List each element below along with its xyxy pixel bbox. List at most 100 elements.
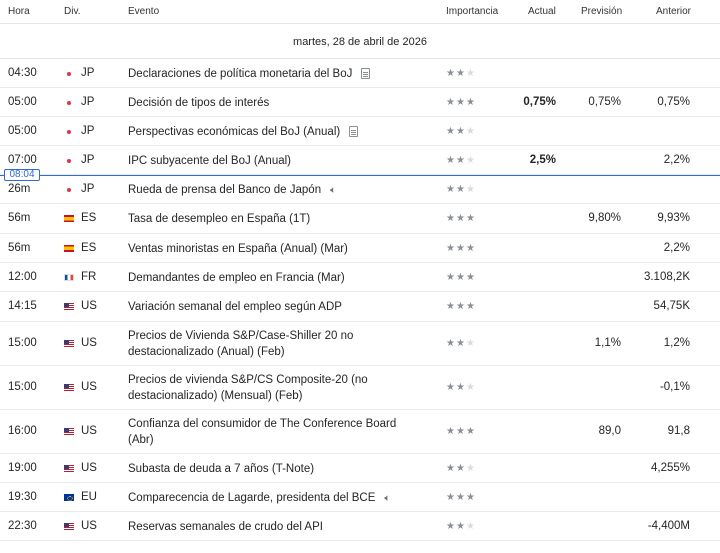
column-header-previous[interactable]: Anterior (656, 6, 691, 17)
star-icon: ★ (465, 301, 476, 312)
event-row[interactable]: 26m JP Rueda de prensa del Banco de Japón 🔈… (0, 175, 720, 204)
star-icon: ★ (446, 301, 456, 312)
event-row[interactable]: 56m ES Ventas minoristas en España (Anual)… (0, 234, 720, 263)
event-name-label[interactable]: Rueda de prensa del Banco de Japón (128, 184, 321, 196)
importance-stars: ★★★ (446, 213, 476, 224)
event-name[interactable]: Precios de vivienda S&P/CS Composite-20 … (128, 372, 418, 404)
previous-value: -0,1% (659, 381, 690, 393)
event-name[interactable]: Ventas minoristas en España (Anual) (Mar… (128, 241, 418, 257)
star-icon: ★ (465, 462, 476, 474)
event-name[interactable]: Tasa de desempleo en España (1T) (128, 211, 418, 227)
star-icon: ★ (446, 183, 456, 195)
event-time: 22:30 (8, 519, 37, 532)
event-name[interactable]: Precios de Vivienda S&P/Case-Shiller 20 … (128, 328, 418, 360)
actual-value: 2,5% (529, 153, 556, 166)
event-name-label[interactable]: Tasa de desempleo en España (1T) (128, 213, 310, 225)
column-header-actual[interactable]: Actual (528, 6, 556, 17)
jp-flag-dot-icon (67, 129, 71, 134)
event-name[interactable]: Perspectivas económicas del BoJ (Anual) (128, 124, 418, 140)
previous-value: 2,2% (663, 241, 690, 254)
event-row[interactable]: 19:30 EU Comparecencia de Lagarde, preside… (0, 483, 720, 512)
event-row[interactable]: 22:30 US Reservas semanales de crudo del A… (0, 512, 720, 541)
event-row[interactable]: 07:00 JP IPC subyacente del BoJ (Anual) ★★★… (0, 146, 720, 175)
event-name[interactable]: Subasta de deuda a 7 años (T-Note) (128, 461, 418, 477)
forecast-value: 9,80% (588, 212, 621, 224)
event-currency: US (81, 337, 97, 349)
document-icon[interactable] (349, 125, 359, 137)
importance-stars: ★★★ (446, 126, 476, 137)
event-name-label[interactable]: Precios de Vivienda S&P/Case-Shiller 20 … (128, 330, 353, 358)
event-row[interactable]: 15:00 US Precios de vivienda S&P/CS Compos… (0, 366, 720, 410)
star-icon: ★ (446, 96, 456, 108)
event-row[interactable]: 19:00 US Subasta de deuda a 7 años (T-Note… (0, 454, 720, 483)
star-icon: ★ (455, 242, 466, 254)
event-row[interactable]: 14:15 US Variación semanal del empleo segú… (0, 292, 720, 322)
column-header-importance[interactable]: Importancia (446, 6, 498, 17)
jp-flag-dot-icon (67, 158, 71, 163)
event-name[interactable]: Variación semanal del empleo según ADP (128, 299, 418, 315)
event-row[interactable]: 56m ES Tasa de desempleo en España (1T) ★★★… (0, 204, 720, 234)
event-name-label[interactable]: Reservas semanales de crudo del API (128, 521, 323, 533)
star-icon: ★ (446, 125, 456, 137)
jp-flag-dot-icon (67, 100, 71, 105)
event-currency: JP (81, 95, 95, 108)
column-header-event[interactable]: Evento (128, 6, 159, 17)
event-currency: US (81, 425, 97, 437)
event-name[interactable]: Decisión de tipos de interés (128, 95, 418, 111)
event-name-label[interactable]: IPC subyacente del BoJ (Anual) (128, 155, 291, 167)
document-icon[interactable] (361, 67, 371, 79)
column-header-currency[interactable]: Div. (64, 6, 80, 17)
event-name[interactable]: Reservas semanales de crudo del API (128, 519, 418, 535)
event-name-label[interactable]: Subasta de deuda a 7 años (T-Note) (128, 463, 314, 475)
event-row[interactable]: 05:00 JP Decisión de tipos de interés ★★★ 0,… (0, 88, 720, 117)
event-row[interactable]: 15:00 US Precios de Vivienda S&P/Case-Shil… (0, 322, 720, 366)
column-header-forecast[interactable]: Previsión (581, 6, 622, 17)
event-name[interactable]: Rueda de prensa del Banco de Japón 🔈︎ (128, 182, 418, 199)
importance-stars: ★★★ (446, 97, 476, 108)
event-name-label[interactable]: Comparecencia de Lagarde, presidenta del… (128, 492, 375, 504)
event-name-label[interactable]: Perspectivas económicas del BoJ (Anual) (128, 126, 340, 138)
event-name-label[interactable]: Decisión de tipos de interés (128, 97, 269, 109)
previous-value: 3.108,2K (643, 270, 690, 283)
previous-value: 1,2% (663, 337, 690, 349)
forecast-value: 89,0 (598, 425, 621, 437)
star-icon: ★ (455, 96, 466, 108)
event-name[interactable]: IPC subyacente del BoJ (Anual) (128, 153, 418, 169)
event-name[interactable]: Comparecencia de Lagarde, presidenta del… (128, 490, 418, 507)
event-time: 56m (8, 241, 31, 254)
importance-stars: ★★★ (446, 463, 476, 474)
speaker-icon[interactable]: 🔈︎ (330, 183, 336, 199)
star-icon: ★ (446, 154, 456, 166)
previous-value: 54,75K (653, 300, 690, 312)
event-row[interactable]: 05:00 JP Perspectivas económicas del BoJ (… (0, 117, 720, 146)
us-flag-icon (64, 340, 74, 347)
star-icon: ★ (455, 183, 466, 195)
event-row[interactable]: 04:30 JP Declaraciones de política monetar… (0, 59, 720, 88)
importance-stars: ★★★ (446, 301, 476, 312)
star-icon: ★ (446, 382, 456, 393)
event-currency: EU (81, 490, 97, 503)
event-name-label[interactable]: Precios de vivienda S&P/CS Composite-20 … (128, 374, 368, 402)
event-name-label[interactable]: Demandantes de empleo en Francia (Mar) (128, 272, 345, 284)
speaker-icon[interactable]: 🔈︎ (384, 491, 390, 507)
previous-value: 0,75% (657, 95, 690, 108)
star-icon: ★ (455, 382, 466, 393)
star-icon: ★ (465, 213, 476, 224)
event-name[interactable]: Demandantes de empleo en Francia (Mar) (128, 270, 418, 286)
event-name[interactable]: Confianza del consumidor de The Conferen… (128, 416, 418, 448)
event-currency: ES (81, 241, 97, 254)
event-time: 56m (8, 212, 31, 224)
event-row[interactable]: 12:00 FR Demandantes de empleo en Francia … (0, 263, 720, 292)
event-time: 26m (8, 182, 31, 195)
event-name[interactable]: Declaraciones de política monetaria del … (128, 66, 418, 82)
event-name-label[interactable]: Ventas minoristas en España (Anual) (Mar… (128, 243, 348, 255)
star-icon: ★ (446, 271, 456, 283)
event-name-label[interactable]: Variación semanal del empleo según ADP (128, 301, 342, 313)
event-name-label[interactable]: Confianza del consumidor de The Conferen… (128, 418, 396, 446)
star-icon: ★ (446, 242, 456, 254)
column-header-time[interactable]: Hora (8, 6, 30, 17)
jp-flag-dot-icon (67, 187, 71, 192)
event-name-label[interactable]: Declaraciones de política monetaria del … (128, 68, 352, 80)
star-icon: ★ (446, 462, 456, 474)
event-row[interactable]: 16:00 US Confianza del consumidor de The C… (0, 410, 720, 454)
